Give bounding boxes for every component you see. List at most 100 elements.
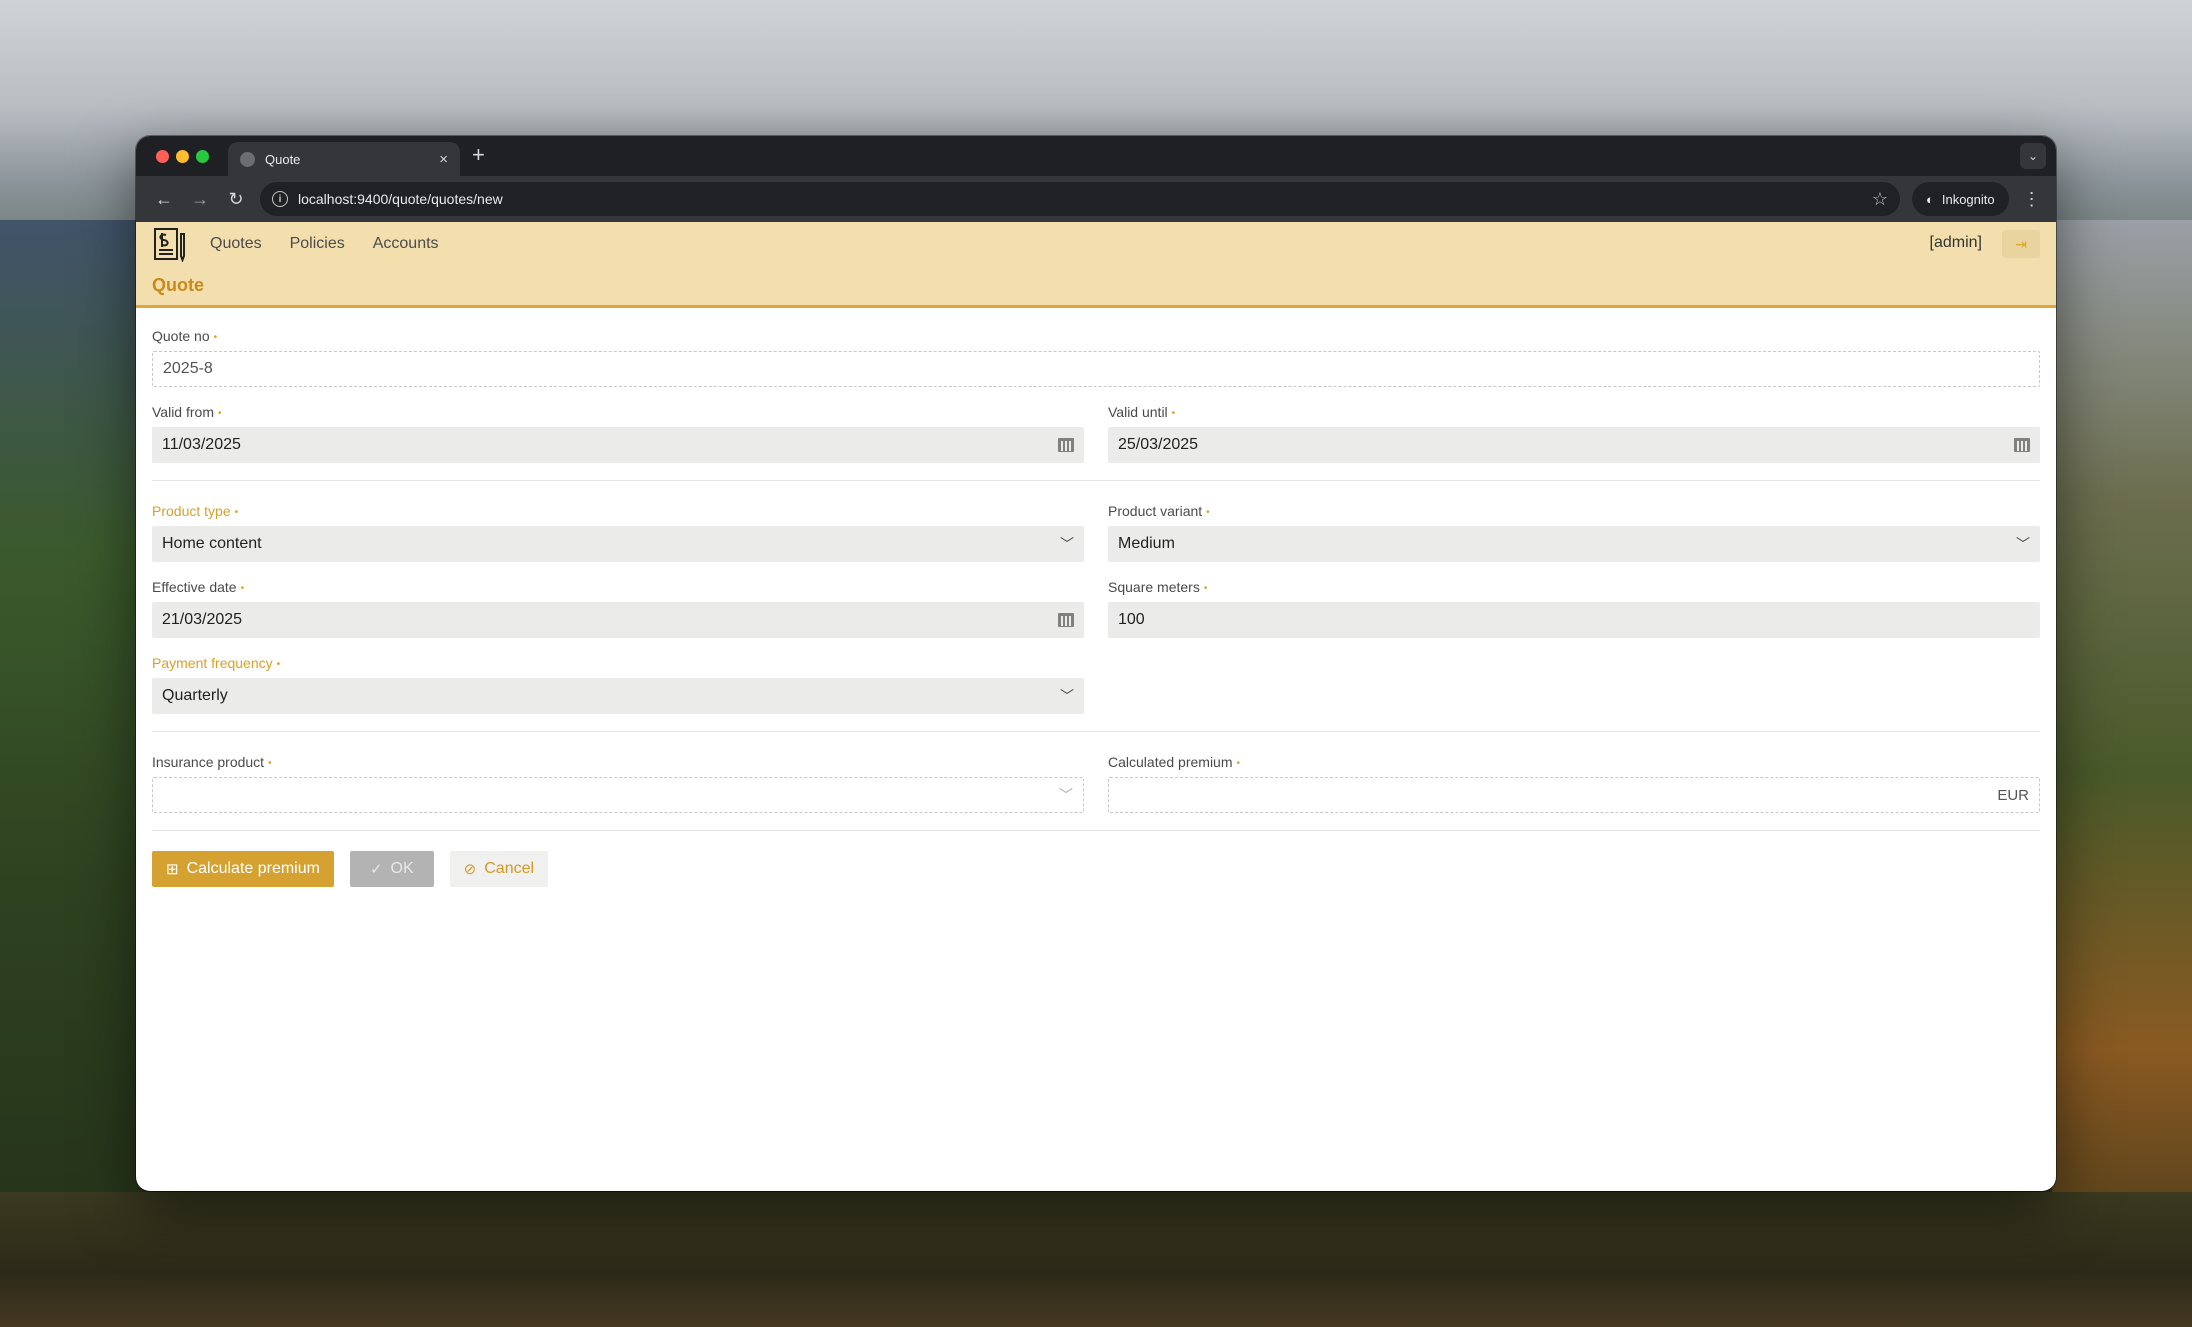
- calculate-premium-button[interactable]: ⊞ Calculate premium: [152, 851, 334, 887]
- bookmark-star-icon[interactable]: ☆: [1872, 189, 1888, 210]
- product-variant-field: Product variant • Medium ﹀: [1108, 503, 2040, 562]
- quote-no-value: 2025-8: [163, 360, 213, 377]
- required-marker: •: [1206, 506, 1210, 518]
- calculated-premium-label: Calculated premium: [1108, 754, 1233, 770]
- insurance-product-select: ﹀: [152, 777, 1084, 813]
- nav-quotes[interactable]: Quotes: [210, 235, 262, 253]
- required-marker: •: [234, 506, 239, 518]
- chevron-down-icon[interactable]: ﹀: [1060, 534, 1074, 554]
- product-variant-select[interactable]: Medium ﹀: [1108, 526, 2040, 562]
- required-marker: •: [1171, 407, 1176, 419]
- ban-icon: ⊘: [463, 861, 477, 878]
- logout-button[interactable]: ⇥: [2002, 230, 2040, 258]
- insurance-product-label: Insurance product: [152, 754, 265, 770]
- square-meters-input[interactable]: 100: [1108, 602, 2040, 638]
- product-variant-value[interactable]: Medium: [1118, 535, 2016, 553]
- required-marker: •: [1203, 582, 1208, 594]
- tab-search-icon[interactable]: ⌄: [2020, 143, 2046, 169]
- reload-icon[interactable]: ↻: [218, 189, 254, 210]
- valid-until-value[interactable]: 25/03/2025: [1118, 436, 2014, 454]
- payment-frequency-select[interactable]: Quarterly ﹀: [152, 678, 1084, 714]
- square-meters-value[interactable]: 100: [1118, 611, 2030, 629]
- chevron-down-icon[interactable]: ﹀: [1060, 686, 1074, 706]
- section-divider: [152, 731, 2040, 732]
- calendar-icon[interactable]: [2014, 438, 2030, 452]
- tab-title: Quote: [265, 151, 301, 167]
- square-meters-label: Square meters: [1108, 579, 1200, 595]
- checkmark-icon: ✓: [369, 861, 383, 878]
- nav-policies[interactable]: Policies: [290, 235, 345, 253]
- browser-toolbar: ← → ↻ i localhost:9400/quote/quotes/new …: [136, 176, 2056, 222]
- current-user: [admin]: [1929, 234, 1982, 251]
- new-tab-button[interactable]: +: [472, 144, 485, 166]
- valid-from-label: Valid from: [152, 404, 214, 420]
- quote-no-input: 2025-8: [152, 351, 2040, 387]
- browser-window: Quote × + ⌄ ← → ↻ i localhost:9400/quote…: [136, 136, 2056, 1191]
- incognito-badge[interactable]: ◐ Inkognito: [1912, 182, 2009, 216]
- page-title-bar: Quote: [136, 266, 2056, 308]
- calculated-premium-field: Calculated premium • EUR: [1108, 754, 2040, 813]
- ok-button[interactable]: ✓ OK: [349, 851, 434, 887]
- forward-arrow-icon[interactable]: →: [182, 189, 218, 210]
- quote-no-label: Quote no: [152, 328, 210, 344]
- form-actions: ⊞ Calculate premium ✓ OK ⊘ Cancel: [152, 851, 2040, 887]
- section-divider: [152, 830, 2040, 831]
- calendar-icon[interactable]: [1058, 613, 1074, 627]
- cancel-label: Cancel: [484, 860, 535, 877]
- valid-from-input[interactable]: 11/03/2025: [152, 427, 1084, 463]
- minimize-window-button[interactable]: [176, 150, 189, 163]
- globe-icon: [240, 151, 255, 167]
- effective-date-input[interactable]: 21/03/2025: [152, 602, 1084, 638]
- cancel-button[interactable]: ⊘ Cancel: [449, 851, 549, 887]
- required-marker: •: [217, 407, 222, 419]
- back-arrow-icon[interactable]: ←: [146, 189, 182, 210]
- currency-unit: EUR: [1997, 786, 2029, 804]
- info-icon[interactable]: i: [272, 191, 288, 207]
- background-left: [0, 220, 140, 1327]
- maximize-window-button[interactable]: [196, 150, 209, 163]
- tab-close-icon[interactable]: ×: [439, 152, 448, 167]
- app-header: Quotes Policies Accounts [admin] ⇥: [136, 222, 2056, 266]
- background-bottom: [0, 1192, 2192, 1327]
- incognito-icon: ◐: [1926, 191, 1934, 207]
- valid-from-value[interactable]: 11/03/2025: [162, 436, 1058, 454]
- ok-label: OK: [390, 860, 414, 877]
- close-window-button[interactable]: [156, 150, 169, 163]
- section-divider: [152, 480, 2040, 481]
- calculated-premium-input: EUR: [1108, 777, 2040, 813]
- insurance-product-field: Insurance product • ﹀: [152, 754, 1084, 813]
- address-bar[interactable]: i localhost:9400/quote/quotes/new ☆: [260, 182, 1900, 216]
- payment-frequency-value[interactable]: Quarterly: [162, 687, 1060, 705]
- payment-frequency-label: Payment frequency: [152, 655, 273, 671]
- more-menu-icon[interactable]: ⋮: [2023, 189, 2041, 210]
- product-type-label: Product type: [152, 503, 231, 519]
- page-title: Quote: [152, 275, 204, 295]
- calculator-icon: ⊞: [166, 861, 179, 878]
- logout-icon: ⇥: [2015, 235, 2027, 252]
- url-text[interactable]: localhost:9400/quote/quotes/new: [298, 191, 1872, 207]
- product-type-field: Product type • Home content ﹀: [152, 503, 1084, 562]
- required-marker: •: [1236, 757, 1241, 769]
- payment-frequency-field: Payment frequency • Quarterly ﹀: [152, 655, 1084, 714]
- required-marker: •: [268, 757, 272, 769]
- tab-bar: Quote × + ⌄: [136, 136, 2056, 176]
- quote-document-logo-icon[interactable]: [152, 226, 188, 262]
- product-type-value[interactable]: Home content: [162, 535, 1060, 553]
- valid-from-field: Valid from • 11/03/2025: [152, 404, 1084, 463]
- valid-until-label: Valid until: [1108, 404, 1168, 420]
- nav-accounts[interactable]: Accounts: [373, 235, 439, 253]
- calendar-icon[interactable]: [1058, 438, 1074, 452]
- effective-date-value[interactable]: 21/03/2025: [162, 611, 1058, 629]
- incognito-label: Inkognito: [1941, 191, 1995, 207]
- effective-date-label: Effective date: [152, 579, 237, 595]
- browser-tab[interactable]: Quote ×: [228, 142, 460, 176]
- valid-until-field: Valid until • 25/03/2025: [1108, 404, 2040, 463]
- chevron-down-icon[interactable]: ﹀: [2016, 534, 2030, 554]
- required-marker: •: [240, 582, 245, 594]
- square-meters-field: Square meters • 100: [1108, 579, 2040, 638]
- quote-no-field: Quote no • 2025-8: [152, 328, 2040, 387]
- valid-until-input[interactable]: 25/03/2025: [1108, 427, 2040, 463]
- required-marker: •: [276, 658, 281, 670]
- product-variant-label: Product variant: [1108, 503, 1203, 519]
- product-type-select[interactable]: Home content ﹀: [152, 526, 1084, 562]
